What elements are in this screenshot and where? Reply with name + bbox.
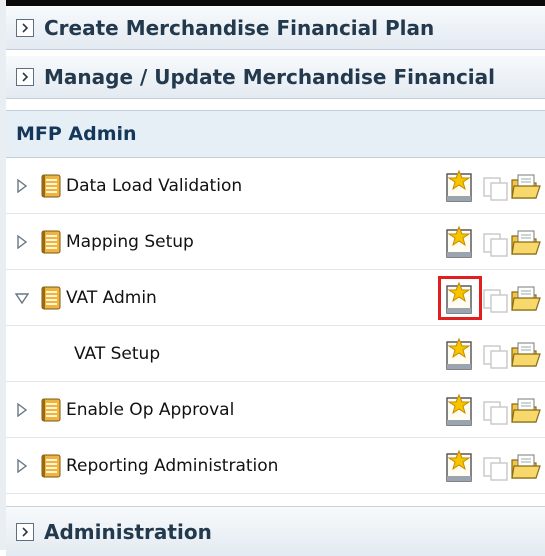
notebook-icon: [41, 286, 61, 309]
tree-row-vat-admin[interactable]: VAT Admin: [6, 270, 545, 326]
copy-icon[interactable]: [482, 400, 510, 426]
copy-icon[interactable]: [482, 456, 510, 482]
tree-row-enable-op-approval[interactable]: Enable Op Approval: [6, 382, 545, 438]
tree-row-mapping-setup[interactable]: Mapping Setup: [6, 214, 545, 270]
chevron-right-icon: [16, 19, 34, 37]
tree-row-label: Reporting Administration: [66, 455, 279, 476]
triangle-right-icon[interactable]: [12, 400, 32, 420]
chevron-right-icon: [16, 68, 34, 86]
notebook-icon: [41, 230, 61, 253]
open-folder-icon[interactable]: [510, 396, 542, 426]
tree-row-label: Enable Op Approval: [66, 399, 235, 420]
chevron-right-icon: [16, 522, 34, 541]
notebook-icon: [41, 398, 61, 421]
app-frame: Create Merchandise Financial Plan Manage…: [0, 0, 545, 556]
new-document-icon[interactable]: [444, 394, 478, 428]
open-folder-icon[interactable]: [510, 452, 542, 482]
row-actions: [444, 394, 545, 428]
copy-icon[interactable]: [482, 176, 510, 202]
open-folder-icon[interactable]: [510, 228, 542, 258]
section-mfp-admin[interactable]: MFP Admin: [6, 110, 545, 158]
accordion-manage-plan[interactable]: Manage / Update Merchandise Financial: [6, 55, 545, 99]
tree-row-label: VAT Admin: [66, 287, 157, 308]
tree-row-label: VAT Setup: [74, 343, 161, 364]
open-folder-icon[interactable]: [510, 172, 542, 202]
triangle-right-icon[interactable]: [12, 456, 32, 476]
row-actions: [444, 338, 545, 372]
open-folder-icon[interactable]: [510, 284, 542, 314]
highlight-box: [438, 276, 482, 320]
new-document-icon[interactable]: [444, 338, 478, 372]
triangle-right-icon[interactable]: [12, 176, 32, 196]
new-document-icon[interactable]: [444, 170, 478, 204]
tree-row-vat-setup[interactable]: VAT Setup: [6, 326, 545, 382]
triangle-down-icon[interactable]: [12, 288, 32, 308]
row-actions: [444, 450, 545, 484]
accordion-title: Administration: [44, 519, 212, 544]
accordion-title: Create Merchandise Financial Plan: [44, 16, 435, 40]
notebook-icon: [41, 174, 61, 197]
accordion-title: Manage / Update Merchandise Financial: [44, 65, 496, 89]
tree-row-reporting-administration[interactable]: Reporting Administration: [6, 438, 545, 494]
tree-row-label: Data Load Validation: [66, 175, 243, 196]
copy-icon[interactable]: [482, 232, 510, 258]
row-actions: [444, 226, 545, 260]
task-panel: Create Merchandise Financial Plan Manage…: [6, 0, 545, 556]
new-document-icon[interactable]: [444, 450, 478, 484]
copy-icon[interactable]: [482, 344, 510, 370]
row-actions: [444, 170, 545, 204]
tree-row-label: Mapping Setup: [66, 231, 194, 252]
triangle-right-icon[interactable]: [12, 232, 32, 252]
copy-icon[interactable]: [482, 288, 510, 314]
tree-row-data-load-validation[interactable]: Data Load Validation: [6, 158, 545, 214]
row-actions: [438, 276, 545, 320]
new-document-icon[interactable]: [444, 226, 478, 260]
section-title: MFP Admin: [16, 123, 137, 145]
notebook-icon: [41, 454, 61, 477]
accordion-create-plan[interactable]: Create Merchandise Financial Plan: [6, 6, 545, 50]
accordion-administration[interactable]: Administration: [6, 506, 545, 556]
open-folder-icon[interactable]: [510, 340, 542, 370]
